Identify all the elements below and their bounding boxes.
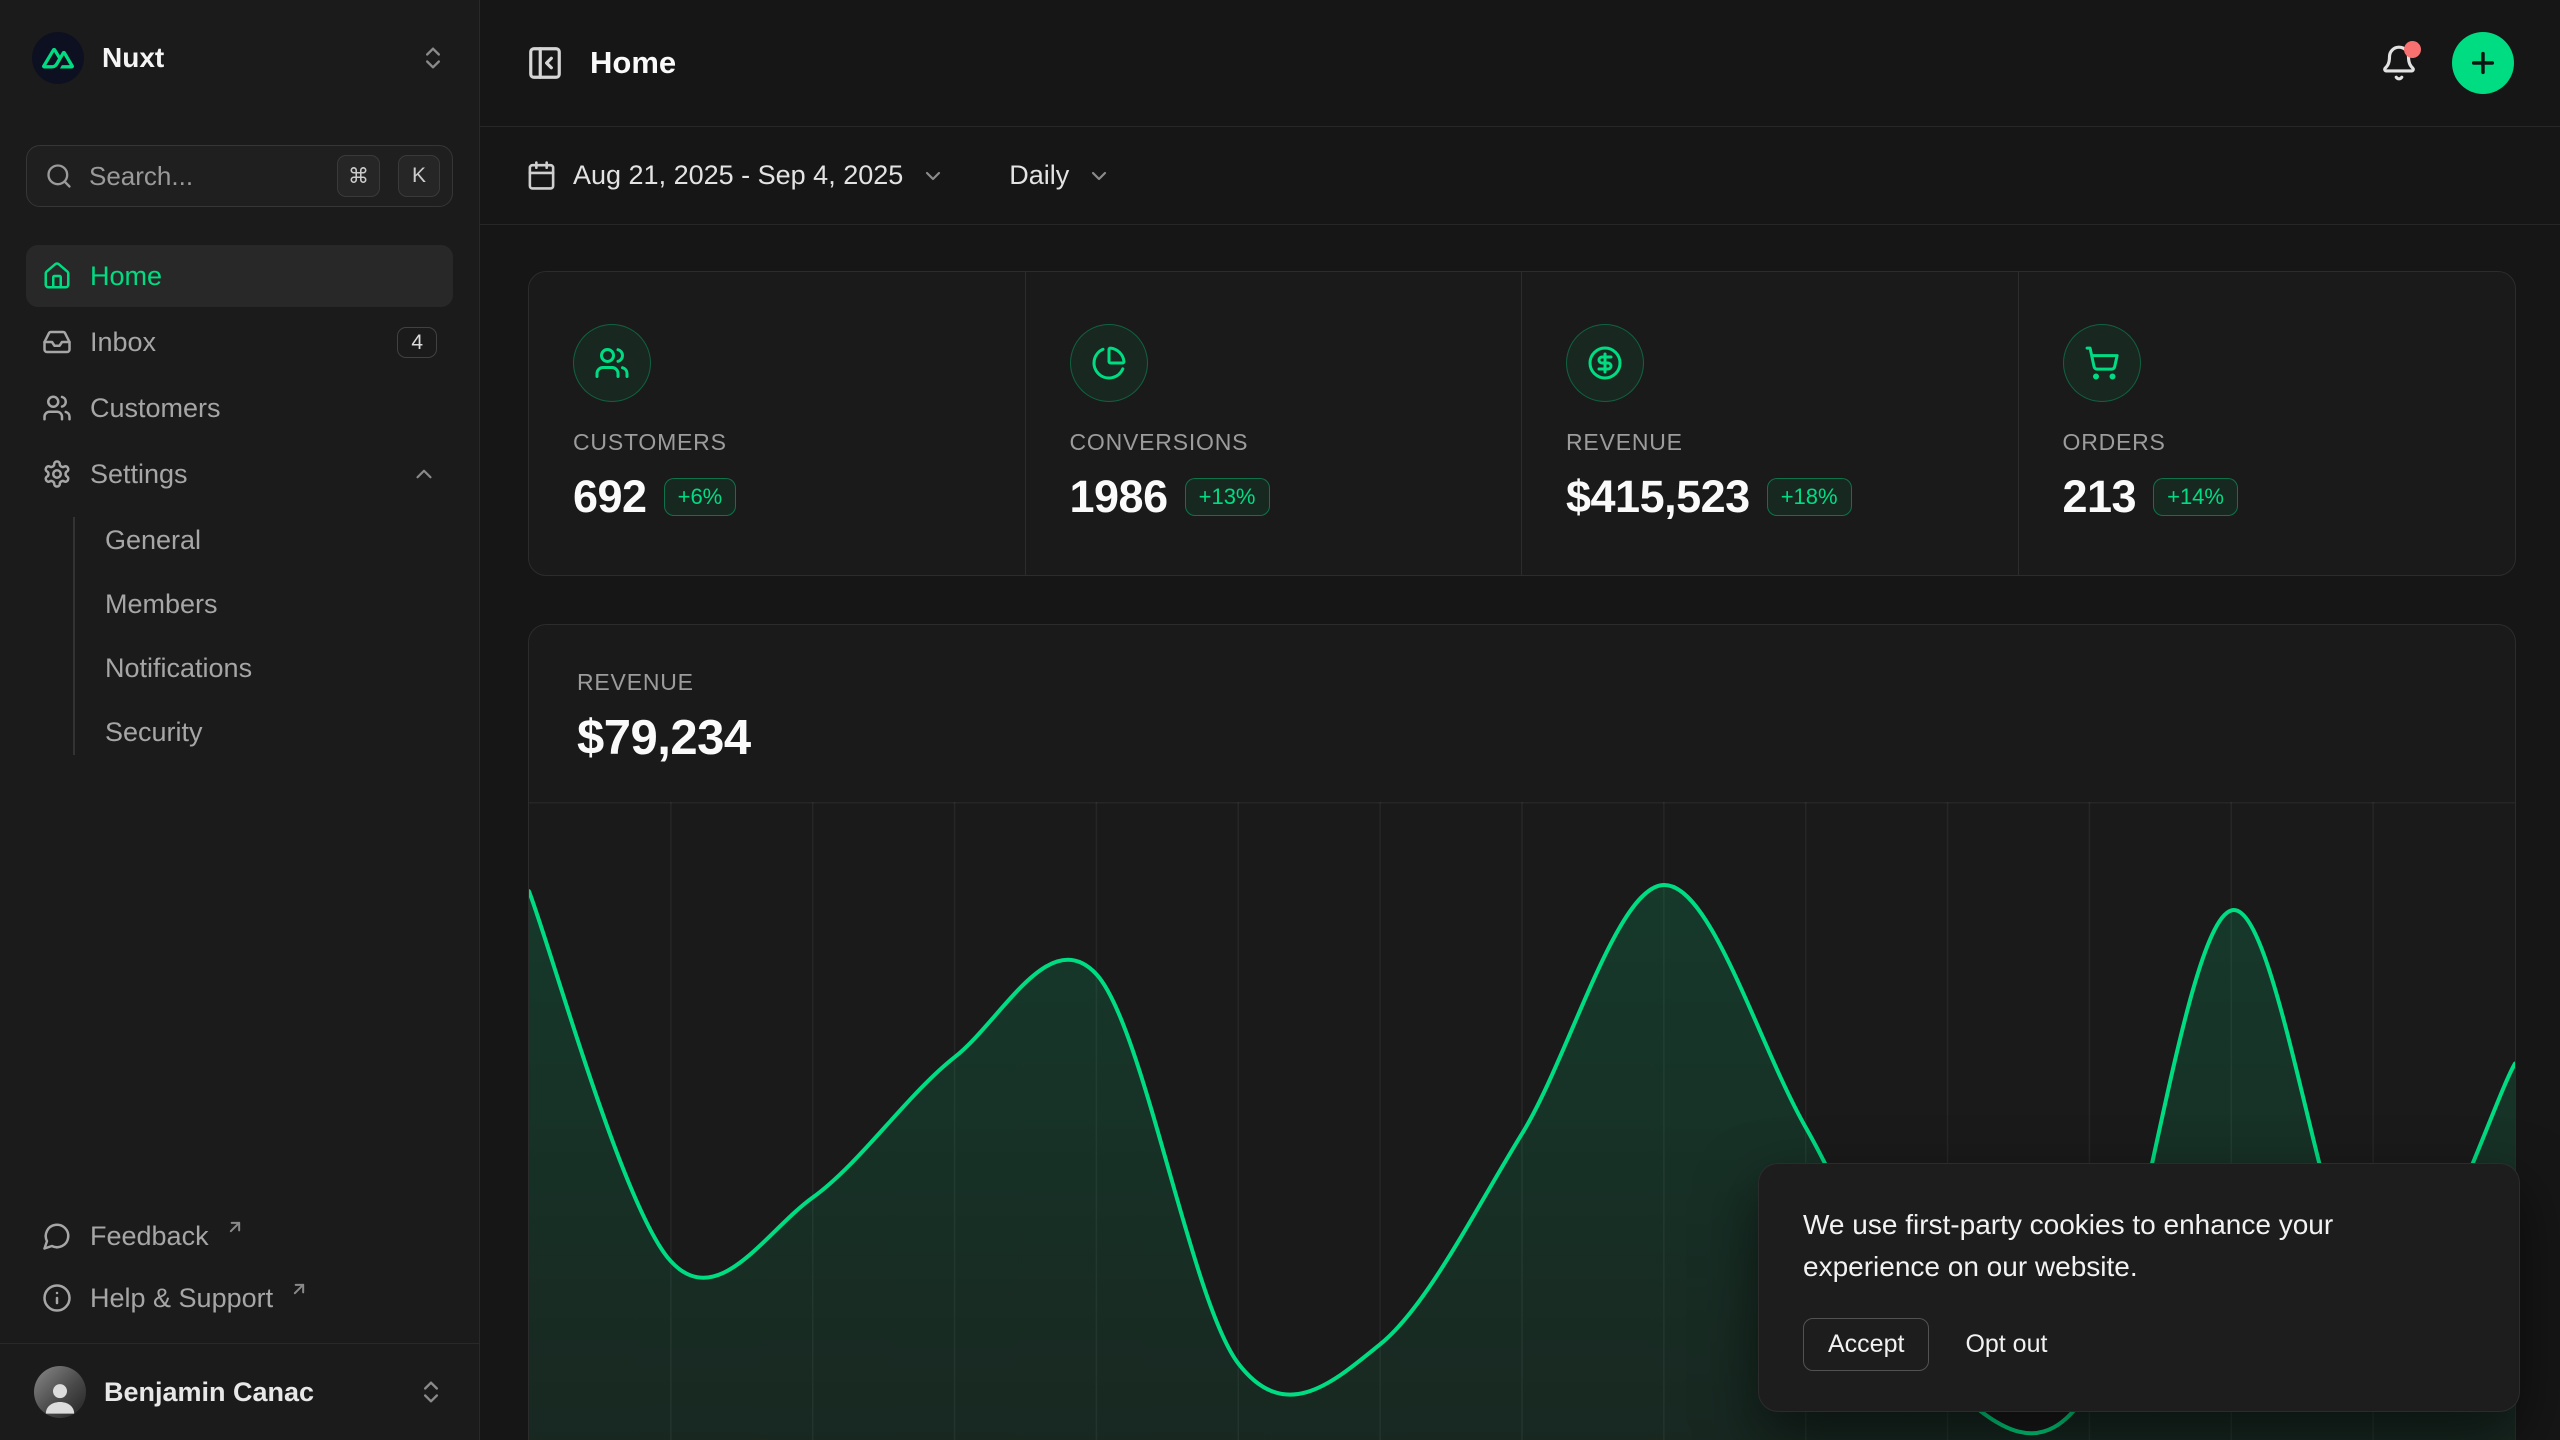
chevrons-up-down-icon — [417, 1378, 445, 1406]
sub-item-label: General — [105, 525, 201, 556]
chevrons-up-down-icon — [419, 44, 447, 72]
shopping-cart-icon — [2063, 324, 2141, 402]
chevron-down-icon — [921, 164, 945, 188]
sidebar-item-general[interactable]: General — [26, 509, 453, 571]
stat-card-orders: ORDERS 213 +14% — [2019, 272, 2516, 575]
opt-out-button[interactable]: Opt out — [1965, 1330, 2047, 1359]
accept-button[interactable]: Accept — [1803, 1318, 1929, 1371]
stat-label: CONVERSIONS — [1070, 429, 1478, 456]
add-button[interactable] — [2452, 32, 2514, 94]
search-bar[interactable]: ⌘ K — [26, 145, 453, 207]
sidebar-item-label: Customers — [90, 393, 221, 424]
footer-item-label: Help & Support — [90, 1283, 273, 1314]
sidebar: Nuxt ⌘ K Home Inbox 4 Customers Settings — [0, 0, 480, 1440]
stat-delta-badge: +6% — [664, 478, 737, 516]
chevron-down-icon — [1087, 164, 1111, 188]
notifications-button[interactable] — [2380, 44, 2418, 82]
revenue-chart-label: REVENUE — [577, 669, 2467, 696]
sidebar-item-settings[interactable]: Settings — [26, 443, 453, 505]
pie-chart-icon — [1070, 324, 1148, 402]
stats-row: CUSTOMERS 692 +6% CONVERSIONS 1986 +13% — [528, 271, 2516, 576]
cookie-message: We use first-party cookies to enhance yo… — [1803, 1204, 2475, 1288]
stat-value: 1986 — [1070, 471, 1168, 523]
sidebar-item-home[interactable]: Home — [26, 245, 453, 307]
page-header: Home — [480, 0, 2560, 127]
kbd-k: K — [398, 155, 440, 197]
sidebar-collapse-button[interactable] — [526, 44, 564, 82]
stat-card-customers: CUSTOMERS 692 +6% — [529, 272, 1026, 575]
sidebar-nav: Home Inbox 4 Customers Settings — [26, 245, 453, 505]
stat-card-conversions: CONVERSIONS 1986 +13% — [1026, 272, 1523, 575]
message-bubble-icon — [42, 1221, 72, 1251]
external-link-icon — [225, 1217, 245, 1237]
stat-delta-badge: +18% — [1767, 478, 1852, 516]
page-title: Home — [590, 45, 676, 81]
user-menu[interactable]: Benjamin Canac — [26, 1360, 453, 1424]
help-support-link[interactable]: Help & Support — [26, 1269, 453, 1327]
stat-label: CUSTOMERS — [573, 429, 981, 456]
filters-toolbar: Aug 21, 2025 - Sep 4, 2025 Daily — [480, 127, 2560, 225]
external-link-icon — [289, 1279, 309, 1299]
sidebar-item-customers[interactable]: Customers — [26, 377, 453, 439]
sub-item-label: Notifications — [105, 653, 252, 684]
granularity-select[interactable]: Daily — [1009, 160, 1111, 191]
dollar-circle-icon — [1566, 324, 1644, 402]
inbox-count-badge: 4 — [397, 327, 437, 358]
feedback-link[interactable]: Feedback — [26, 1207, 453, 1265]
search-icon — [45, 162, 73, 190]
stat-value: $415,523 — [1566, 471, 1750, 523]
sub-item-label: Members — [105, 589, 218, 620]
users-icon — [42, 393, 72, 423]
stat-label: ORDERS — [2063, 429, 2472, 456]
search-input[interactable] — [89, 161, 319, 192]
inbox-icon — [42, 327, 72, 357]
gear-icon — [42, 459, 72, 489]
users-icon — [573, 324, 651, 402]
revenue-chart-value: $79,234 — [577, 710, 2467, 766]
footer-item-label: Feedback — [90, 1221, 209, 1252]
sidebar-item-label: Home — [90, 261, 162, 292]
home-icon — [42, 261, 72, 291]
user-name: Benjamin Canac — [104, 1377, 314, 1408]
team-switcher[interactable]: Nuxt — [26, 26, 453, 90]
sidebar-item-security[interactable]: Security — [26, 701, 453, 763]
sidebar-item-members[interactable]: Members — [26, 573, 453, 635]
sidebar-item-label: Inbox — [90, 327, 156, 358]
plus-icon — [2467, 47, 2499, 79]
stat-value: 213 — [2063, 471, 2137, 523]
granularity-label: Daily — [1009, 160, 1069, 191]
panel-left-close-icon — [526, 44, 564, 82]
date-range-label: Aug 21, 2025 - Sep 4, 2025 — [573, 160, 903, 191]
date-range-picker[interactable]: Aug 21, 2025 - Sep 4, 2025 — [526, 160, 945, 191]
avatar — [34, 1366, 86, 1418]
info-circle-icon — [42, 1283, 72, 1313]
settings-subnav: General Members Notifications Security — [26, 509, 453, 763]
stat-delta-badge: +13% — [1185, 478, 1270, 516]
stat-card-revenue: REVENUE $415,523 +18% — [1522, 272, 2019, 575]
sidebar-item-notifications[interactable]: Notifications — [26, 637, 453, 699]
stat-label: REVENUE — [1566, 429, 1974, 456]
sub-item-label: Security — [105, 717, 203, 748]
kbd-meta: ⌘ — [337, 155, 380, 197]
sidebar-footer: Feedback Help & Support — [0, 1207, 479, 1327]
stat-delta-badge: +14% — [2153, 478, 2238, 516]
sidebar-item-inbox[interactable]: Inbox 4 — [26, 311, 453, 373]
calendar-icon — [526, 160, 557, 191]
stat-value: 692 — [573, 471, 647, 523]
chevron-up-icon — [411, 461, 437, 487]
nuxt-logo-icon — [32, 32, 84, 84]
brand-name: Nuxt — [102, 42, 164, 74]
sidebar-item-label: Settings — [90, 459, 188, 490]
cookie-banner: We use first-party cookies to enhance yo… — [1758, 1163, 2520, 1412]
notification-dot — [2404, 41, 2421, 58]
